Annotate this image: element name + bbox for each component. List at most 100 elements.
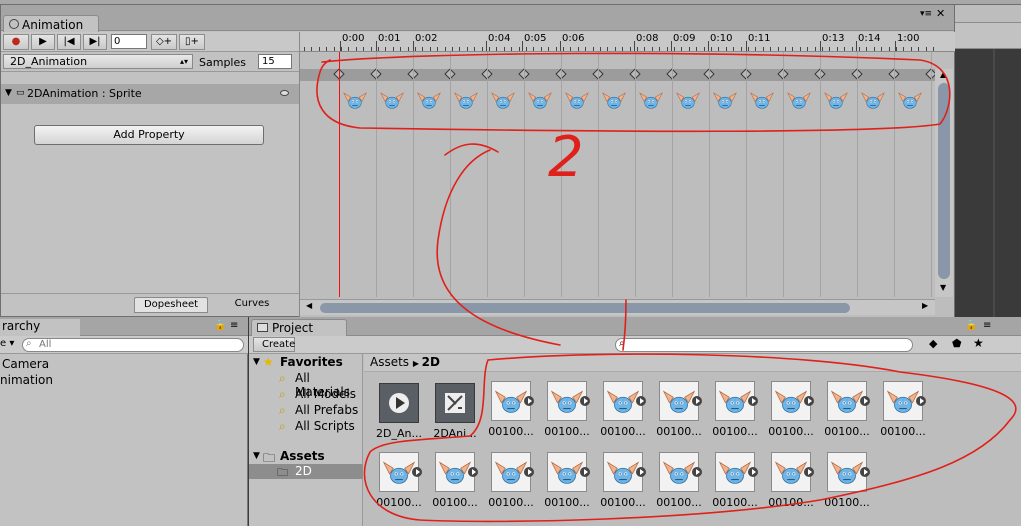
expand-sprite-icon[interactable] (748, 467, 758, 477)
sprite-keyframe-thumb[interactable] (600, 86, 628, 114)
asset-item-sprite[interactable]: 00100... (540, 452, 594, 510)
sprite-keyframe-thumb[interactable] (563, 86, 591, 114)
favorite-all-scripts[interactable]: All Scripts (295, 419, 355, 433)
sprite-keyframe-thumb[interactable] (822, 86, 850, 114)
asset-item-sprite[interactable]: 00100... (876, 381, 930, 439)
asset-item-sprite[interactable]: 00100... (372, 452, 426, 510)
favorite-star-icon[interactable]: ★ (973, 336, 984, 350)
asset-item-sprite[interactable]: 00100... (820, 381, 874, 439)
tab-curves[interactable]: Curves (211, 297, 293, 313)
panel-menu-icon[interactable]: ≡ (983, 320, 991, 331)
favorites-label[interactable]: Favorites (280, 355, 343, 369)
expand-sprite-icon[interactable] (692, 396, 702, 406)
hierarchy-search-input[interactable]: ⌕ All (22, 338, 244, 352)
expand-sprite-icon[interactable] (804, 396, 814, 406)
keyframe-summary-row[interactable] (300, 68, 937, 81)
expand-triangle-icon[interactable]: ▼ (253, 451, 260, 461)
asset-item-sprite[interactable]: 00100... (652, 452, 706, 510)
sprite-keyframe-row[interactable] (300, 84, 935, 118)
tab-animation[interactable]: Animation (3, 15, 99, 32)
vertical-scroll-thumb[interactable] (938, 83, 950, 279)
scroll-right-icon[interactable]: ▶ (922, 301, 928, 310)
asset-item-sprite[interactable]: 00100... (540, 381, 594, 439)
expand-sprite-icon[interactable] (860, 396, 870, 406)
add-keyframe-button[interactable]: ◇+ (151, 34, 177, 50)
asset-item-sprite[interactable]: 00100... (708, 381, 762, 439)
expand-sprite-icon[interactable] (468, 467, 478, 477)
time-ruler[interactable]: 0:00 0:01 0:02 0:04 0:05 0:06 0:08 0:09 0:10 0:11… (300, 32, 955, 52)
frame-field[interactable]: 0 (111, 34, 147, 49)
favorite-all-models[interactable]: All Models (295, 387, 356, 401)
asset-item-sprite[interactable]: 00100... (820, 452, 874, 510)
sprite-keyframe-thumb[interactable] (859, 86, 887, 114)
breadcrumb-2d[interactable]: 2D (422, 355, 440, 369)
asset-item-sprite[interactable]: 00100... (708, 452, 762, 510)
sprite-keyframe-thumb[interactable] (489, 86, 517, 114)
dopesheet-timeline[interactable]: 0:00 0:01 0:02 0:04 0:05 0:06 0:08 0:09 0:10 0:11… (299, 32, 955, 317)
scroll-down-icon[interactable]: ▼ (940, 283, 946, 292)
window-menu-icon[interactable]: ▾≡ (920, 9, 932, 19)
expand-sprite-icon[interactable] (636, 467, 646, 477)
add-event-button[interactable]: ▯+ (179, 34, 205, 50)
asset-item-sprite[interactable]: 00100... (596, 452, 650, 510)
property-toggle-icon[interactable] (280, 90, 289, 96)
expand-sprite-icon[interactable] (412, 467, 422, 477)
expand-triangle-icon[interactable]: ▼ (253, 357, 260, 367)
play-button[interactable]: ▶ (31, 34, 55, 50)
tab-dopesheet[interactable]: Dopesheet (134, 297, 208, 313)
assets-folder-label[interactable]: Assets (280, 449, 325, 463)
favorite-all-prefabs[interactable]: All Prefabs (295, 403, 358, 417)
horizontal-scroll-thumb[interactable] (320, 303, 850, 313)
expand-sprite-icon[interactable] (636, 396, 646, 406)
hierarchy-item-camera[interactable]: Camera (2, 357, 49, 371)
lock-icon[interactable]: 🔒 (214, 320, 226, 331)
breadcrumb-assets[interactable]: Assets (370, 355, 409, 369)
expand-sprite-icon[interactable] (748, 396, 758, 406)
sprite-keyframe-thumb[interactable] (748, 86, 776, 114)
vertical-scrollbar[interactable]: ▲ ▼ (935, 69, 953, 297)
sprite-keyframe-thumb[interactable] (415, 86, 443, 114)
asset-item-sprite[interactable]: 00100... (764, 452, 818, 510)
samples-field[interactable]: 15 (258, 54, 292, 69)
clip-select[interactable]: 2D_Animation ▴▾ (3, 54, 193, 69)
next-key-button[interactable]: ▶| (83, 34, 107, 50)
record-button[interactable]: ● (3, 34, 29, 50)
project-search-input[interactable]: ⌕ (615, 338, 913, 352)
expand-sprite-icon[interactable] (580, 467, 590, 477)
playhead[interactable] (339, 52, 340, 297)
sprite-keyframe-thumb[interactable] (785, 86, 813, 114)
prev-key-button[interactable]: |◀ (57, 34, 81, 50)
sprite-keyframe-thumb[interactable] (711, 86, 739, 114)
asset-item-sprite[interactable]: 00100... (484, 381, 538, 439)
add-property-button[interactable]: Add Property (34, 125, 264, 145)
sprite-keyframe-thumb[interactable] (341, 86, 369, 114)
create-button[interactable]: Create ▾ (253, 337, 295, 364)
sprite-keyframe-thumb[interactable] (674, 86, 702, 114)
folder-2d-selected[interactable]: 🗀 2D (249, 464, 363, 479)
sprite-keyframe-thumb[interactable] (896, 86, 924, 114)
scroll-left-icon[interactable]: ◀ (306, 301, 312, 310)
asset-item-clip[interactable]: 2D_An... (372, 383, 426, 441)
scroll-up-icon[interactable]: ▲ (940, 70, 946, 79)
expand-sprite-icon[interactable] (524, 396, 534, 406)
expand-sprite-icon[interactable] (916, 396, 926, 406)
asset-item-sprite[interactable]: 00100... (428, 452, 482, 510)
tab-project[interactable]: Project (251, 319, 347, 336)
close-icon[interactable]: ✕ (936, 7, 945, 20)
asset-item-sprite[interactable]: 00100... (764, 381, 818, 439)
horizontal-scrollbar[interactable]: ◀ ▶ (300, 299, 935, 315)
expand-sprite-icon[interactable] (692, 467, 702, 477)
expand-sprite-icon[interactable] (524, 467, 534, 477)
sprite-keyframe-thumb[interactable] (378, 86, 406, 114)
property-row[interactable]: ▼ ▭ 2DAnimation : Sprite (1, 84, 299, 104)
expand-sprite-icon[interactable] (580, 396, 590, 406)
panel-menu-icon[interactable]: ≡ (230, 320, 238, 331)
hierarchy-item-animation[interactable]: nimation (0, 373, 53, 387)
expand-triangle-icon[interactable]: ▼ (5, 88, 12, 98)
expand-sprite-icon[interactable] (804, 467, 814, 477)
asset-item-sprite[interactable]: 00100... (596, 381, 650, 439)
sprite-keyframe-thumb[interactable] (452, 86, 480, 114)
asset-item-controller[interactable]: 2DAni... (428, 383, 482, 441)
tab-hierarchy[interactable]: rarchy (0, 319, 80, 336)
sprite-keyframe-thumb[interactable] (526, 86, 554, 114)
